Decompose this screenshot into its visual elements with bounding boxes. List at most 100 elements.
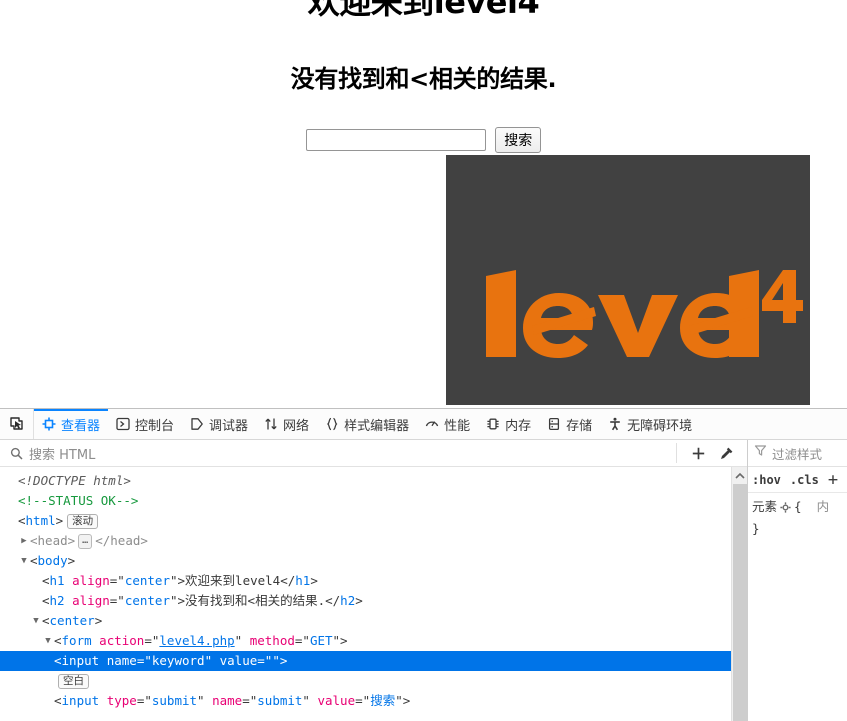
tab-accessibility-label: 无障碍环境 — [627, 415, 692, 434]
head-close-tag-name: head — [110, 531, 140, 551]
performance-icon — [425, 417, 439, 431]
element-rule-header: 元素 { 内 — [752, 497, 843, 519]
twisty-expanded-body[interactable]: ▼ — [18, 551, 30, 571]
class-toggle-button[interactable]: .cls — [790, 473, 819, 487]
tab-memory-label: 内存 — [505, 415, 531, 434]
tab-performance-label: 性能 — [444, 415, 470, 434]
input-submit-type-attr: type — [107, 691, 137, 711]
body-tag-name: body — [38, 551, 68, 571]
rule-close-brace: } — [752, 519, 843, 539]
dom-inspector-pane: 搜索 HTML <!DOCTYPE htm — [0, 440, 748, 721]
add-rule-button[interactable]: + — [828, 470, 838, 490]
input-keyword-name-value: keyword — [152, 651, 205, 671]
dom-row-head[interactable]: ▶ <head> … </head> — [0, 531, 747, 551]
page-subtitle-h2: 没有找到和<相关的结果. — [0, 65, 847, 93]
form-method-value: GET — [310, 631, 333, 651]
dom-row-h2[interactable]: <h2 align="center">没有找到和<相关的结果.</h2> — [0, 591, 747, 611]
dom-row-input-submit[interactable]: <input type="submit" name="submit" value… — [0, 691, 747, 711]
dom-row-center[interactable]: ▼ <center> — [0, 611, 747, 631]
funnel-icon — [754, 444, 767, 462]
tab-network-label: 网络 — [283, 415, 309, 434]
scroll-badge[interactable]: 滚动 — [67, 514, 98, 529]
element-picker-icon[interactable] — [0, 409, 34, 439]
h2-attr-value: center — [125, 591, 170, 611]
search-submit-button[interactable]: 搜索 — [495, 127, 541, 153]
target-icon[interactable] — [780, 501, 791, 516]
dom-row-html[interactable]: <html> 滚动 — [0, 511, 747, 531]
hover-pseudo-button[interactable]: :hov — [752, 473, 781, 487]
tab-performance[interactable]: 性能 — [417, 409, 478, 439]
whitespace-badge[interactable]: 空白 — [58, 674, 89, 689]
devtools-body: 搜索 HTML <!DOCTYPE htm — [0, 440, 847, 721]
input-submit-value-attr: value — [317, 691, 355, 711]
tab-storage-label: 存储 — [566, 415, 592, 434]
dom-row-doctype[interactable]: <!DOCTYPE html> — [0, 471, 747, 491]
tab-network[interactable]: 网络 — [256, 409, 317, 439]
rules-filter-input[interactable]: 过滤样式 — [772, 444, 822, 463]
rules-content: 元素 { 内 } — [748, 493, 847, 721]
tab-storage[interactable]: 存储 — [539, 409, 600, 439]
tab-memory[interactable]: 内存 — [478, 409, 539, 439]
h1-text-content: 欢迎来到level4 — [185, 571, 280, 591]
tab-inspector[interactable]: 查看器 — [34, 409, 108, 439]
h1-tag-name: h1 — [50, 571, 65, 591]
rules-tools-bar: :hov .cls + — [748, 467, 847, 493]
eyedropper-icon[interactable] — [713, 442, 739, 464]
inspector-icon — [42, 417, 56, 431]
network-icon — [264, 417, 278, 431]
dom-tree[interactable]: <!DOCTYPE html> <!--STATUS OK--> <html> … — [0, 467, 747, 721]
keyword-input[interactable] — [306, 129, 486, 151]
dom-tree-scrollbar[interactable] — [731, 467, 747, 721]
debugger-icon — [190, 417, 204, 431]
element-rule-label: 元素 — [752, 499, 777, 514]
doctype-text: <!DOCTYPE html> — [18, 471, 131, 491]
h1-attr-value: center — [125, 571, 170, 591]
tab-style-editor[interactable]: 样式编辑器 — [317, 409, 417, 439]
head-tag-name: head — [38, 531, 68, 551]
storage-icon — [547, 417, 561, 431]
input-submit-name-value: submit — [257, 691, 302, 711]
tab-accessibility[interactable]: 无障碍环境 — [600, 409, 700, 439]
rules-pane: 过滤样式 :hov .cls + 元素 { 内 } — [748, 440, 847, 721]
h1-attr-name: align — [72, 571, 110, 591]
form-action-value[interactable]: level4.php — [159, 631, 234, 651]
form-method-attr: method — [250, 631, 295, 651]
comment-text: <!--STATUS OK--> — [18, 491, 138, 511]
dom-row-body[interactable]: ▼ <body> — [0, 551, 747, 571]
dom-row-whitespace[interactable]: 空白 — [0, 671, 747, 691]
dom-row-h1[interactable]: <h1 align="center">欢迎来到level4</h1> — [0, 571, 747, 591]
twisty-expanded-center[interactable]: ▼ — [30, 611, 42, 631]
h2-attr-name: align — [72, 591, 110, 611]
h2-tag-name: h2 — [50, 591, 65, 611]
input-keyword-name-attr: name — [107, 651, 137, 671]
twisty-expanded-form[interactable]: ▼ — [42, 631, 54, 651]
rule-truncated-text: 内 — [817, 499, 830, 514]
rule-open-brace: { — [794, 499, 802, 514]
input-keyword-value-attr: value — [220, 651, 258, 671]
memory-icon — [486, 417, 500, 431]
dom-search-tools — [676, 443, 743, 463]
dom-row-form[interactable]: ▼ <form action="level4.php" method="GET"… — [0, 631, 747, 651]
level4-logo-svg — [446, 155, 810, 405]
search-icon — [10, 447, 23, 460]
input-keyword-tag-name: input — [62, 651, 100, 671]
plus-icon[interactable] — [685, 442, 711, 464]
html-tag-name: html — [26, 511, 56, 531]
input-submit-tag-name: input — [62, 691, 100, 711]
twisty-collapsed-head[interactable]: ▶ — [18, 531, 30, 551]
dom-search-input[interactable]: 搜索 HTML — [29, 444, 95, 463]
tab-console[interactable]: 控制台 — [108, 409, 182, 439]
input-submit-type-value: submit — [152, 691, 197, 711]
page-title-h1: 欢迎来到level4 — [0, 0, 847, 20]
chevron-up-icon[interactable] — [732, 467, 747, 484]
dom-row-comment[interactable]: <!--STATUS OK--> — [0, 491, 747, 511]
ellipsis-icon[interactable]: … — [78, 534, 92, 549]
tab-debugger[interactable]: 调试器 — [182, 409, 256, 439]
rules-filter-bar: 过滤样式 — [748, 440, 847, 467]
form-action-attr: action — [99, 631, 144, 651]
scrollbar-thumb[interactable] — [733, 484, 747, 721]
h2-close-tag-name: h2 — [340, 591, 355, 611]
tab-style-editor-label: 样式编辑器 — [344, 415, 409, 434]
dom-row-input-keyword[interactable]: <input name="keyword" value=""> — [0, 651, 747, 671]
dom-search-bar: 搜索 HTML — [0, 440, 747, 467]
